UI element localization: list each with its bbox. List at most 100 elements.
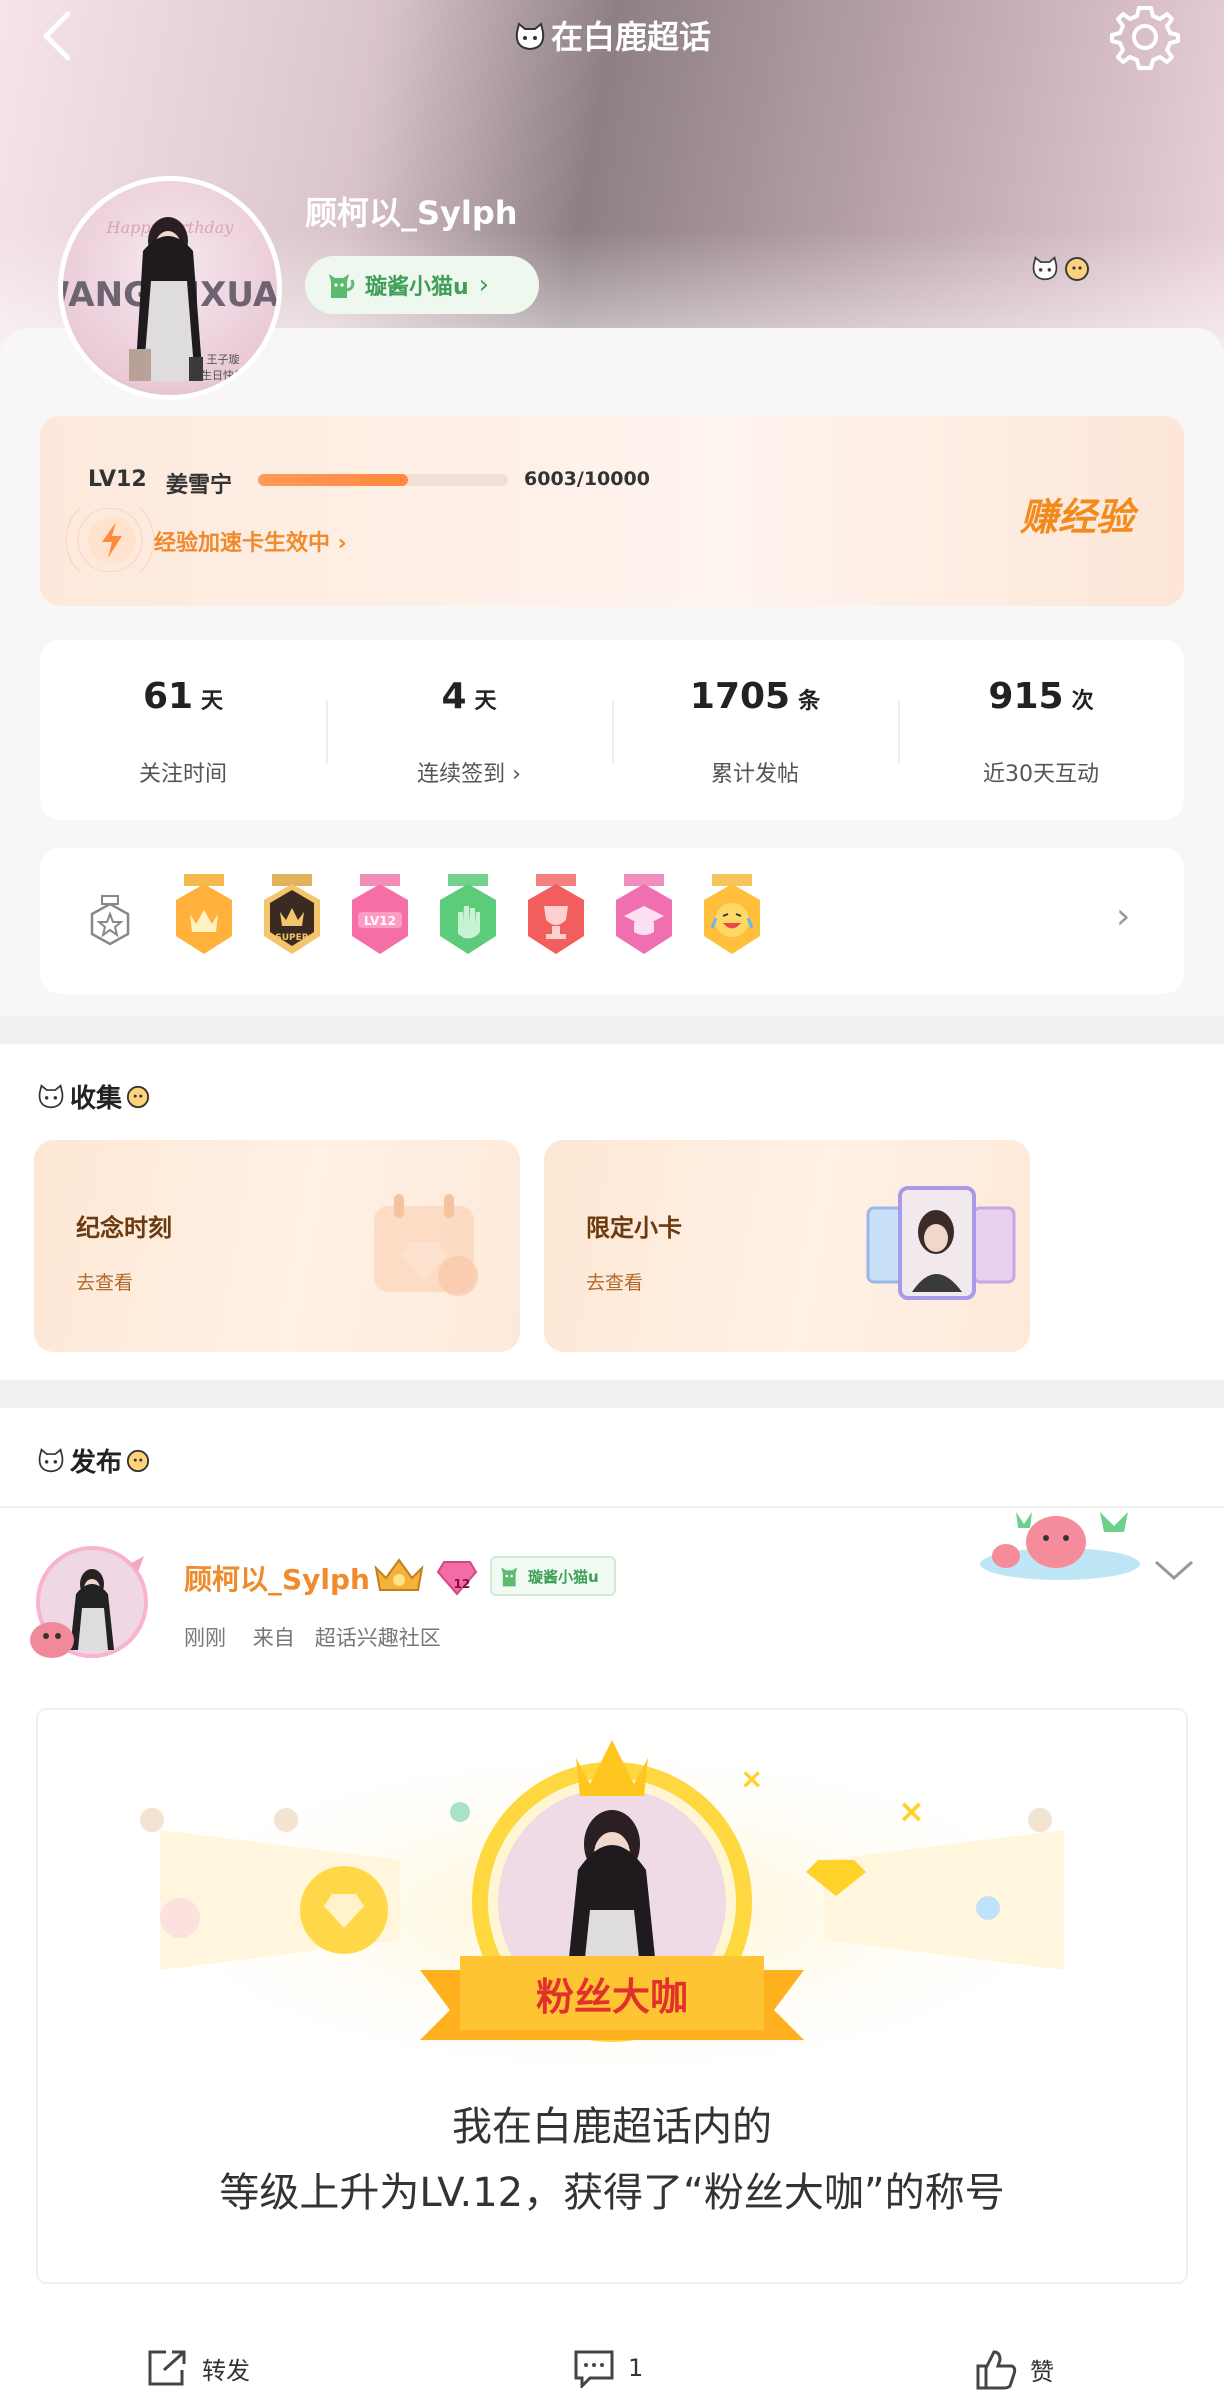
comment-icon	[574, 2350, 614, 2388]
laugh-emoji-badge-icon[interactable]	[698, 874, 766, 958]
post-time: 刚刚	[184, 1626, 226, 1650]
limited-card-card[interactable]	[544, 1140, 1030, 1352]
chevron-right-icon[interactable]: ›	[1116, 896, 1130, 937]
avatar-caption-1: 王子璇	[207, 353, 240, 366]
level-name: 姜雪宁	[166, 473, 233, 498]
paw-icon	[1065, 257, 1089, 281]
stat-label-checkin[interactable]: 连续签到 ›	[326, 756, 612, 788]
cat-face-icon	[38, 1083, 64, 1108]
super-badge-icon[interactable]: SUPER	[258, 874, 326, 958]
chevron-down-icon[interactable]	[1150, 1550, 1198, 1590]
earn-exp-button[interactable]: 赚经验	[1020, 486, 1134, 541]
level-progress-text: 6003/10000	[524, 468, 650, 490]
stat-checkin-days[interactable]: 4天	[326, 676, 612, 717]
stat-unit: 次	[1071, 689, 1094, 714]
post-group-tag[interactable]: 璇酱小猫u	[490, 1556, 616, 1596]
section-gap	[0, 1380, 1224, 1408]
post-meta: 刚刚 来自 超话兴趣社区	[184, 1622, 441, 1652]
gift-calendar-icon	[374, 1194, 478, 1296]
group-tag-label: 璇酱小猫u	[365, 275, 469, 300]
cat-face-icon	[38, 1447, 64, 1472]
stat-interactions: 915 次	[898, 676, 1184, 717]
fan-title-banner-text: 粉丝大咖	[536, 1975, 688, 2019]
post-group-tag-label: 璇酱小猫u	[528, 1567, 599, 1586]
lightning-icon	[60, 495, 160, 585]
level-card[interactable]	[40, 416, 1184, 606]
stat-value: 915	[988, 676, 1064, 717]
level-progress-bar	[258, 474, 508, 486]
collection-section-title: 收集	[36, 1078, 150, 1115]
level-gem-icon: 12	[436, 1561, 478, 1596]
lv-badge-text: LV12	[364, 914, 396, 928]
username[interactable]: 顾柯以_Sylph	[305, 188, 518, 234]
settings-gear-icon[interactable]	[1110, 2, 1180, 72]
stat-value: 1705	[689, 676, 791, 717]
medal-outline-icon	[90, 895, 130, 946]
section-gap	[0, 1016, 1224, 1044]
boost-card-text: 经验加速卡生效中	[154, 531, 331, 556]
chevron-right-icon: ›	[478, 270, 490, 300]
green-cat-icon	[329, 274, 355, 298]
post-text-line-2: 等级上升为LV.12，获得了“粉丝大咖”的称号	[219, 2170, 1005, 2216]
crown-medal-icon	[374, 1558, 424, 1591]
lv12-badge-icon[interactable]: LV12	[346, 874, 414, 958]
post-author-name[interactable]: 顾柯以_Sylph	[184, 1558, 370, 1598]
page-title-text: 在白鹿超话	[550, 18, 711, 56]
post-text-line-1: 我在白鹿超话内的	[452, 2104, 772, 2150]
repost-label: 转发	[202, 2356, 250, 2385]
graduation-cap-badge-icon[interactable]	[610, 874, 678, 958]
stat-unit: 天	[201, 689, 224, 714]
repost-button[interactable]: 转发	[146, 2348, 250, 2388]
stat-posts: 1705 条	[612, 676, 898, 717]
post-source-prefix: 来自	[252, 1626, 295, 1650]
loopy-beaver-decoration	[980, 1512, 1140, 1580]
crown-badge-icon[interactable]	[170, 874, 238, 958]
paw-icon	[126, 1449, 150, 1472]
memorial-moments-link[interactable]: 去查看	[76, 1268, 133, 1295]
collection-title-text: 收集	[70, 1084, 123, 1114]
trophy-badge-icon[interactable]	[522, 874, 590, 958]
user-avatar[interactable]: Happy birthday WANG ZIXUAN 王子璇 生日快乐	[58, 176, 282, 400]
fan-title-achievement-image: × × 粉丝大咖	[100, 1710, 1124, 2080]
comment-button[interactable]: 1	[572, 2348, 643, 2388]
svg-text:×: ×	[740, 1762, 763, 1795]
share-icon	[148, 2350, 186, 2386]
like-button[interactable]: 赞	[974, 2348, 1054, 2390]
stat-value: 61	[142, 676, 194, 717]
stat-label: 关注时间	[138, 762, 227, 787]
green-cat-icon	[501, 1567, 518, 1587]
cat-face-icon	[1032, 256, 1058, 281]
stat-unit: 天	[474, 689, 497, 714]
limited-card-title: 限定小卡	[586, 1214, 682, 1242]
boost-card-link[interactable]: 经验加速卡生效中 ›	[154, 525, 347, 557]
memorial-moments-card[interactable]	[34, 1140, 520, 1352]
level-gem-text: 12	[454, 1577, 471, 1591]
stat-label: 累计发帖	[710, 762, 799, 787]
paw-icon	[126, 1085, 150, 1108]
publish-title-text: 发布	[70, 1448, 123, 1478]
cat-face-icon	[515, 22, 545, 51]
like-label: 赞	[1030, 2357, 1054, 2386]
level-tag: LV12	[88, 467, 147, 492]
memorial-moments-title: 纪念时刻	[76, 1214, 172, 1242]
hand-badge-icon[interactable]	[434, 874, 502, 958]
divider	[898, 700, 900, 764]
comment-count: 1	[628, 2354, 644, 2382]
stat-unit: 条	[798, 689, 821, 714]
stat-follow-days: 61 天	[40, 676, 326, 717]
stat-value: 4	[441, 676, 467, 717]
post-source[interactable]: 超话兴趣社区	[315, 1626, 441, 1650]
group-tag-button[interactable]: 璇酱小猫u ›	[305, 256, 539, 314]
svg-text:×: ×	[898, 1792, 925, 1830]
divider	[612, 700, 614, 764]
page-title: 在白鹿超话	[0, 12, 1224, 58]
level-progress-fill	[258, 474, 409, 486]
limited-card-link[interactable]: 去查看	[586, 1268, 643, 1295]
photo-cards-icon	[866, 1186, 1016, 1300]
super-badge-text: SUPER	[275, 933, 309, 943]
stat-label: 近30天互动	[983, 762, 1099, 787]
post-author-avatar[interactable]	[26, 1544, 152, 1664]
thumbs-up-icon	[976, 2350, 1017, 2390]
divider	[326, 700, 328, 764]
publish-section-title: 发布	[36, 1442, 150, 1479]
